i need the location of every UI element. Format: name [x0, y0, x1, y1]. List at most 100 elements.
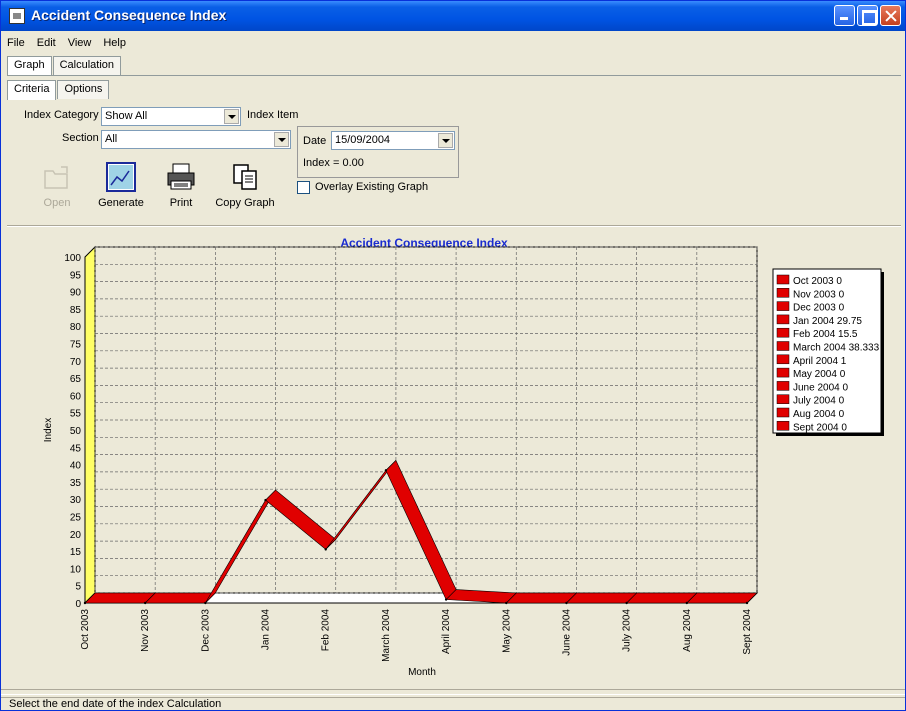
data-point — [264, 498, 267, 502]
date-group: Date 15/09/2004 Index = 0.00 — [297, 126, 459, 178]
line-segment — [505, 592, 578, 604]
legend-swatch — [776, 354, 790, 365]
minimize-button[interactable] — [834, 5, 855, 26]
menu-bar: File Edit View Help — [7, 37, 126, 53]
y-tick-label: 45 — [70, 443, 82, 454]
legend-item: Dec 2003 0 — [793, 303, 845, 314]
y-tick-label: 10 — [70, 564, 82, 575]
data-point — [384, 469, 388, 472]
x-axis-label: Month — [408, 667, 436, 678]
y-tick-label: 100 — [64, 253, 81, 264]
tab-graph[interactable]: Graph — [7, 56, 52, 76]
maximize-button[interactable] — [857, 5, 878, 26]
overlay-label: Overlay Existing Graph — [315, 181, 429, 193]
y-tick-label: 55 — [70, 409, 82, 420]
status-bar: Select the end date of the index Calcula… — [1, 697, 905, 711]
print-label: Print — [169, 197, 193, 209]
index-category-value: Show All — [105, 110, 148, 122]
y-axis-label: Index — [43, 418, 54, 442]
index-category-select[interactable]: Show All — [101, 107, 241, 126]
legend-item: July 2004 0 — [793, 396, 845, 407]
y-tick-label: 35 — [70, 478, 82, 489]
chart-side-wall — [84, 245, 96, 605]
tab-calculation[interactable]: Calculation — [52, 56, 121, 75]
tab-options[interactable]: Options — [57, 80, 110, 99]
legend-item: Feb 2004 15.5 — [793, 329, 858, 340]
legend-item: March 2004 38.333 — [793, 343, 880, 354]
title-bar[interactable]: Accident Consequence Index — [1, 1, 905, 31]
data-point — [143, 601, 147, 605]
app-window: Accident Consequence Index File Edit Vie… — [0, 0, 906, 711]
legend-item: April 2004 1 — [793, 356, 847, 367]
x-tick-label: Nov 2003 — [140, 609, 151, 652]
menu-edit[interactable]: Edit — [37, 37, 56, 53]
line-segment — [144, 592, 217, 604]
y-tick-label: 5 — [75, 582, 81, 593]
y-tick-label: 50 — [70, 426, 82, 437]
print-button[interactable]: Print — [161, 161, 201, 209]
index-category-label: Index Category — [24, 109, 99, 121]
legend-item: Aug 2004 0 — [793, 409, 845, 420]
legend-swatch — [776, 367, 790, 378]
x-tick-label: Dec 2003 — [200, 609, 211, 652]
open-button[interactable]: Open — [37, 161, 77, 209]
section-select[interactable]: All — [101, 130, 291, 149]
legend-swatch — [776, 341, 790, 351]
x-tick-label: Aug 2004 — [682, 609, 693, 652]
date-picker[interactable]: 15/09/2004 — [331, 131, 455, 150]
x-tick-label: Jan 2004 — [261, 609, 272, 651]
overlay-checkbox[interactable] — [297, 181, 310, 194]
legend-item: Nov 2003 0 — [793, 289, 845, 300]
x-tick-label: Oct 2003 — [80, 609, 91, 650]
copy-icon — [229, 161, 261, 193]
y-tick-label: 15 — [70, 547, 82, 558]
y-tick-label: 30 — [70, 495, 82, 506]
chevron-down-icon[interactable] — [224, 109, 239, 124]
x-tick-label: Sept 2004 — [742, 609, 753, 655]
legend-swatch — [776, 327, 790, 338]
menu-file[interactable]: File — [7, 37, 25, 53]
panel-separator — [7, 225, 901, 227]
legend-item: Oct 2003 0 — [793, 276, 842, 287]
index-value-text: Index = 0.00 — [303, 157, 364, 169]
line-segment — [625, 592, 698, 604]
data-point — [505, 601, 508, 605]
legend-swatch — [776, 274, 790, 285]
legend-item: Sept 2004 0 — [793, 422, 847, 433]
tab-criteria[interactable]: Criteria — [7, 80, 57, 100]
menu-view[interactable]: View — [68, 37, 92, 53]
section-label: Section — [62, 132, 99, 144]
legend-swatch — [776, 301, 790, 311]
x-tick-label: June 2004 — [561, 609, 572, 656]
y-tick-label: 70 — [70, 357, 82, 368]
y-tick-label: 75 — [70, 340, 82, 351]
x-tick-label: Feb 2004 — [321, 609, 332, 652]
index-item-label: Index Item — [247, 109, 299, 121]
y-tick-label: 60 — [70, 391, 82, 402]
legend-swatch — [776, 314, 790, 325]
data-point — [444, 598, 448, 601]
generate-label: Generate — [98, 197, 144, 209]
chevron-down-icon[interactable] — [438, 133, 453, 148]
generate-button[interactable]: Generate — [93, 161, 149, 209]
y-tick-label: 40 — [70, 461, 82, 472]
graph-icon — [105, 161, 137, 193]
data-point — [204, 601, 207, 605]
criteria-panel: Index Category Show All Index Item Secti… — [7, 99, 901, 219]
folder-open-icon — [41, 161, 73, 193]
chevron-down-icon[interactable] — [274, 132, 289, 147]
data-point — [625, 601, 628, 605]
close-button[interactable] — [880, 5, 901, 26]
y-tick-label: 25 — [70, 513, 82, 524]
line-segment — [565, 592, 638, 604]
x-tick-label: April 2004 — [441, 609, 452, 654]
line-segment — [686, 592, 758, 604]
copy-graph-button[interactable]: Copy Graph — [212, 161, 278, 209]
legend-swatch — [776, 288, 790, 298]
index-chart: Accident Consequence Index05101520253035… — [43, 236, 884, 678]
data-point — [324, 548, 327, 551]
y-tick-label: 65 — [70, 374, 82, 385]
menu-help[interactable]: Help — [103, 37, 126, 53]
data-point — [685, 601, 689, 605]
legend-item: Jan 2004 29.75 — [793, 316, 862, 327]
